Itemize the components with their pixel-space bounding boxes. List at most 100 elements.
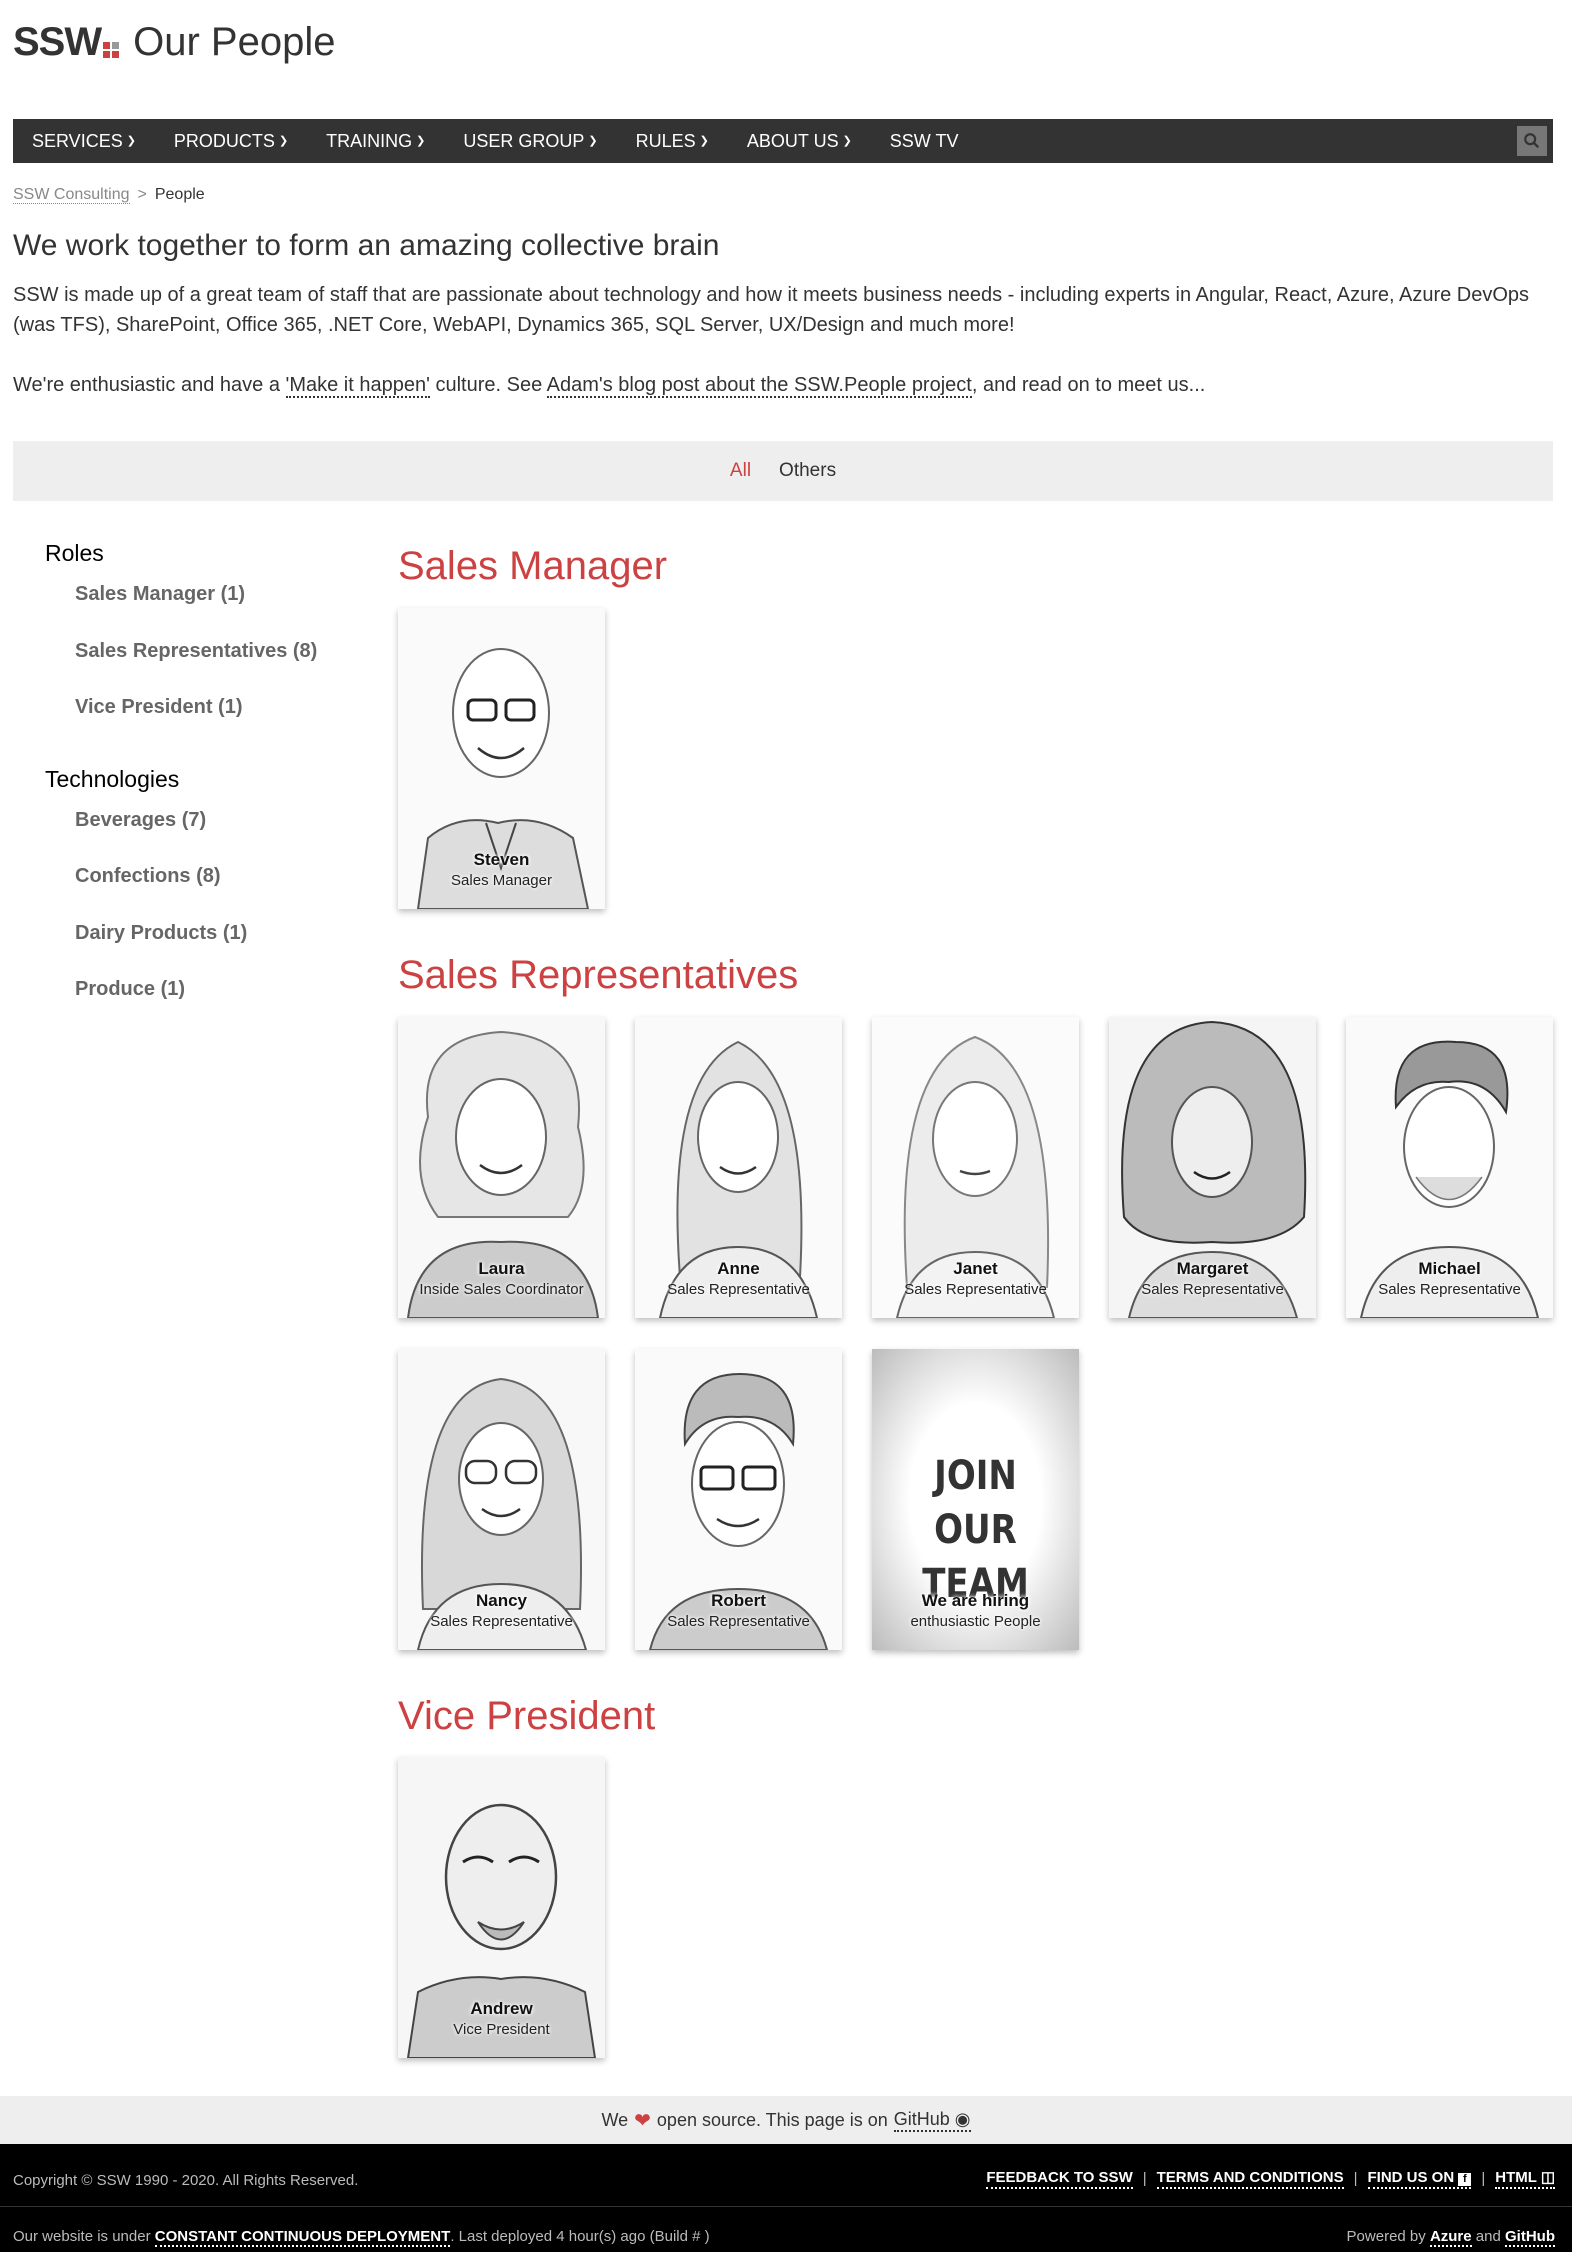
breadcrumb: SSW Consulting > People: [13, 186, 205, 204]
site-header: SSW Our People: [13, 20, 1553, 80]
find-us-on-link[interactable]: FIND US ON f: [1367, 2168, 1472, 2189]
copyright: Copyright © SSW 1990 - 2020. All Rights …: [13, 2172, 359, 2189]
page-title: We work together to form an amazing coll…: [13, 229, 720, 262]
nav-label: TRAINING: [326, 130, 413, 151]
azure-link[interactable]: Azure: [1429, 2228, 1472, 2247]
person-card-laura[interactable]: Laura Inside Sales Coordinator: [398, 1017, 605, 1318]
html5-icon: ◫: [1540, 2169, 1555, 2186]
nav-label: SSW TV: [889, 130, 959, 151]
search-icon: [1524, 133, 1540, 149]
sidebar-item-vice-president[interactable]: Vice President (1): [45, 693, 345, 750]
ssw-logo[interactable]: SSW Our People: [13, 20, 335, 65]
sidebar-item-confections[interactable]: Confections (8): [45, 862, 345, 919]
person-card-nancy[interactable]: Nancy Sales Representative: [398, 1349, 605, 1650]
sidebar-item-beverages[interactable]: Beverages (7): [45, 806, 345, 863]
person-name: Laura: [478, 1259, 525, 1278]
nav-item-user-group[interactable]: USER GROUP ❯: [444, 119, 616, 163]
github-link[interactable]: GitHub ◉: [893, 2108, 971, 2132]
sidebar-item-sales-manager[interactable]: Sales Manager (1): [45, 580, 345, 637]
roles-group: Roles Sales Manager (1) Sales Representa…: [45, 540, 345, 750]
footer-separator: |: [1142, 2170, 1147, 2187]
github-link-label: GitHub: [893, 2108, 950, 2129]
sidebar-item-produce[interactable]: Produce (1): [45, 975, 345, 1032]
tab-all[interactable]: All: [716, 460, 765, 482]
github-footer-link[interactable]: GitHub: [1505, 2228, 1555, 2247]
nav-item-products[interactable]: PRODUCTS ❯: [155, 119, 307, 163]
person-card-robert[interactable]: Robert Sales Representative: [635, 1349, 842, 1650]
join-subtitle: enthusiastic People: [910, 1613, 1041, 1630]
nav-item-ssw-tv[interactable]: SSW TV: [871, 119, 978, 163]
search-button[interactable]: [1517, 126, 1547, 156]
person-card-andrew[interactable]: Andrew Vice President: [398, 1757, 605, 2058]
intro-paragraph-2: We're enthusiastic and have a 'Make it h…: [13, 370, 1553, 400]
intro-paragraph: SSW is made up of a great team of staff …: [13, 284, 1530, 336]
deploy-text: Our website is under: [13, 2228, 151, 2245]
nav-item-about-us[interactable]: ABOUT US ❯: [728, 119, 871, 163]
continuous-deployment-link[interactable]: CONSTANT CONTINUOUS DEPLOYMENT: [154, 2228, 451, 2247]
person-card-margaret[interactable]: Margaret Sales Representative: [1109, 1017, 1316, 1318]
deploy-status: Our website is under CONSTANT CONTINUOUS…: [13, 2228, 710, 2247]
section-title-sales-representatives: Sales Representatives: [398, 953, 799, 997]
terms-link[interactable]: TERMS AND CONDITIONS: [1156, 2169, 1344, 2189]
sidebar-item-sales-representatives[interactable]: Sales Representatives (8): [45, 637, 345, 694]
make-it-happen-link[interactable]: 'Make it happen': [285, 374, 430, 398]
footer-separator: |: [1481, 2170, 1486, 2187]
intro-text: We're enthusiastic and have a: [13, 374, 286, 396]
html-link[interactable]: HTML ◫: [1495, 2168, 1555, 2189]
footer-links: FEEDBACK TO SSW | TERMS AND CONDITIONS |…: [986, 2168, 1555, 2189]
breadcrumb-current: People: [154, 186, 205, 203]
sidebar: Roles Sales Manager (1) Sales Representa…: [45, 540, 345, 1048]
join-our-team-card[interactable]: JOIN OUR TEAM We are hiring enthusiastic…: [872, 1349, 1079, 1650]
chevron-down-icon: ❯: [278, 134, 289, 147]
technologies-group: Technologies Beverages (7) Confections (…: [45, 766, 345, 1032]
nav-label: PRODUCTS: [173, 130, 275, 151]
nav-label: RULES: [635, 130, 696, 151]
join-headline-line1: JOIN OUR: [934, 1453, 1017, 1553]
logo-text: SSW: [13, 20, 102, 64]
intro-text: culture. See: [429, 374, 547, 396]
chevron-down-icon: ❯: [699, 134, 709, 147]
heart-icon: ❤: [634, 2109, 651, 2132]
person-name: Janet: [953, 1259, 998, 1278]
roles-heading: Roles: [45, 540, 104, 566]
person-role: Sales Representative: [904, 1281, 1047, 1298]
deploy-text: . Last deployed 4 hour(s) ago (Build # ): [450, 2228, 710, 2245]
facebook-icon: f: [1458, 2172, 1472, 2186]
intro-text: , and read on to meet us...: [971, 374, 1206, 396]
sidebar-item-dairy-products[interactable]: Dairy Products (1): [45, 919, 345, 976]
person-card-anne[interactable]: Anne Sales Representative: [635, 1017, 842, 1318]
technologies-heading: Technologies: [45, 765, 180, 792]
person-name: Andrew: [470, 1999, 533, 2018]
chevron-down-icon: ❯: [588, 134, 598, 147]
breadcrumb-link-ssw-consulting[interactable]: SSW Consulting: [13, 186, 130, 204]
chevron-down-icon: ❯: [416, 134, 426, 147]
open-source-bar: We ❤ open source. This page is on GitHub…: [0, 2096, 1572, 2144]
powered-text: Powered by: [1346, 2228, 1426, 2245]
person-role: Sales Representative: [667, 1613, 810, 1630]
nav-item-training[interactable]: TRAINING ❯: [307, 119, 444, 163]
person-role: Sales Representative: [667, 1281, 810, 1298]
footer-separator: |: [1353, 2170, 1358, 2187]
join-headline: JOIN OUR TEAM: [888, 1449, 1064, 1611]
oss-text: We: [601, 2109, 629, 2130]
feedback-link[interactable]: FEEDBACK TO SSW: [986, 2169, 1133, 2189]
person-card-michael[interactable]: Michael Sales Representative: [1346, 1017, 1553, 1318]
chevron-down-icon: ❯: [842, 134, 852, 147]
person-role: Sales Manager: [451, 872, 552, 889]
person-card-janet[interactable]: Janet Sales Representative: [872, 1017, 1079, 1318]
nav-label: ABOUT US: [746, 130, 839, 151]
person-card-steven[interactable]: Steven Sales Manager: [398, 608, 605, 909]
nav-label: USER GROUP: [463, 130, 585, 151]
footer-divider: [0, 2206, 1572, 2207]
section-title-vice-president: Vice President: [398, 1694, 656, 1738]
nav-item-rules[interactable]: RULES ❯: [617, 119, 728, 163]
filter-bar: All Others: [13, 441, 1553, 501]
blog-post-link[interactable]: Adam's blog post about the SSW.People pr…: [546, 374, 972, 398]
person-role: Sales Representative: [1378, 1281, 1521, 1298]
nav-item-services[interactable]: SERVICES ❯: [13, 119, 155, 163]
person-name: Michael: [1418, 1259, 1481, 1278]
site-footer: Copyright © SSW 1990 - 2020. All Rights …: [0, 2144, 1572, 2252]
github-icon: ◉: [954, 2108, 971, 2129]
find-us-label: FIND US ON: [1367, 2168, 1455, 2186]
tab-others[interactable]: Others: [765, 460, 850, 482]
